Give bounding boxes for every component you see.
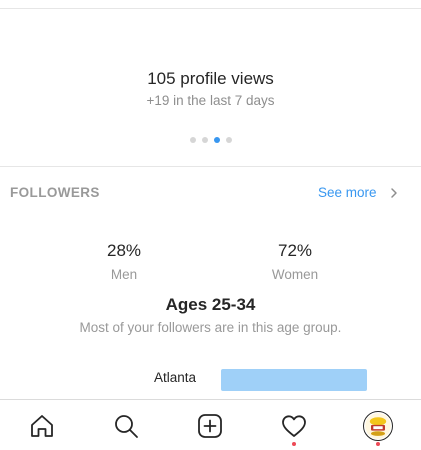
tab-activity[interactable] — [278, 410, 310, 442]
heart-icon — [282, 415, 306, 437]
followers-section-title: FOLLOWERS — [10, 185, 100, 200]
pager-dot[interactable] — [225, 137, 232, 143]
top-city-bar — [221, 369, 367, 391]
pager-dot-active[interactable] — [213, 137, 220, 143]
insights-screen: 105 profile views +19 in the last 7 days… — [0, 0, 421, 450]
bottom-tab-bar — [0, 400, 421, 450]
top-city-label: Atlanta — [154, 370, 197, 385]
see-more-link[interactable]: See more — [318, 185, 377, 200]
add-icon — [198, 414, 222, 438]
search-icon — [115, 415, 138, 438]
avatar — [363, 411, 393, 441]
age-group-title: Ages 25-34 — [165, 295, 256, 314]
tab-new-post[interactable] — [194, 410, 226, 442]
profile-views-change: +19 in the last 7 days — [146, 93, 275, 108]
age-group-subtitle: Most of your followers are in this age g… — [79, 320, 342, 335]
women-stat: 72% Women — [235, 241, 355, 282]
women-percentage: 72% — [277, 241, 313, 260]
activity-notification-dot — [292, 442, 296, 446]
chevron-right-icon[interactable] — [388, 185, 400, 201]
tab-profile[interactable] — [362, 410, 394, 442]
men-percentage: 28% — [106, 241, 142, 260]
pager-dot[interactable] — [201, 137, 208, 143]
profile-notification-dot — [376, 442, 380, 446]
tab-search[interactable] — [110, 410, 142, 442]
profile-views-card[interactable]: 105 profile views +19 in the last 7 days — [0, 9, 421, 166]
section-divider — [0, 166, 421, 167]
pager-dots[interactable] — [0, 137, 421, 143]
women-label: Women — [271, 267, 319, 282]
profile-views-count: 105 profile views — [147, 69, 274, 88]
men-label: Men — [110, 267, 138, 282]
home-icon — [31, 415, 53, 437]
avatar-image — [365, 413, 391, 439]
men-stat: 28% Men — [64, 241, 184, 282]
pager-dot[interactable] — [189, 137, 196, 143]
tab-home[interactable] — [26, 410, 58, 442]
